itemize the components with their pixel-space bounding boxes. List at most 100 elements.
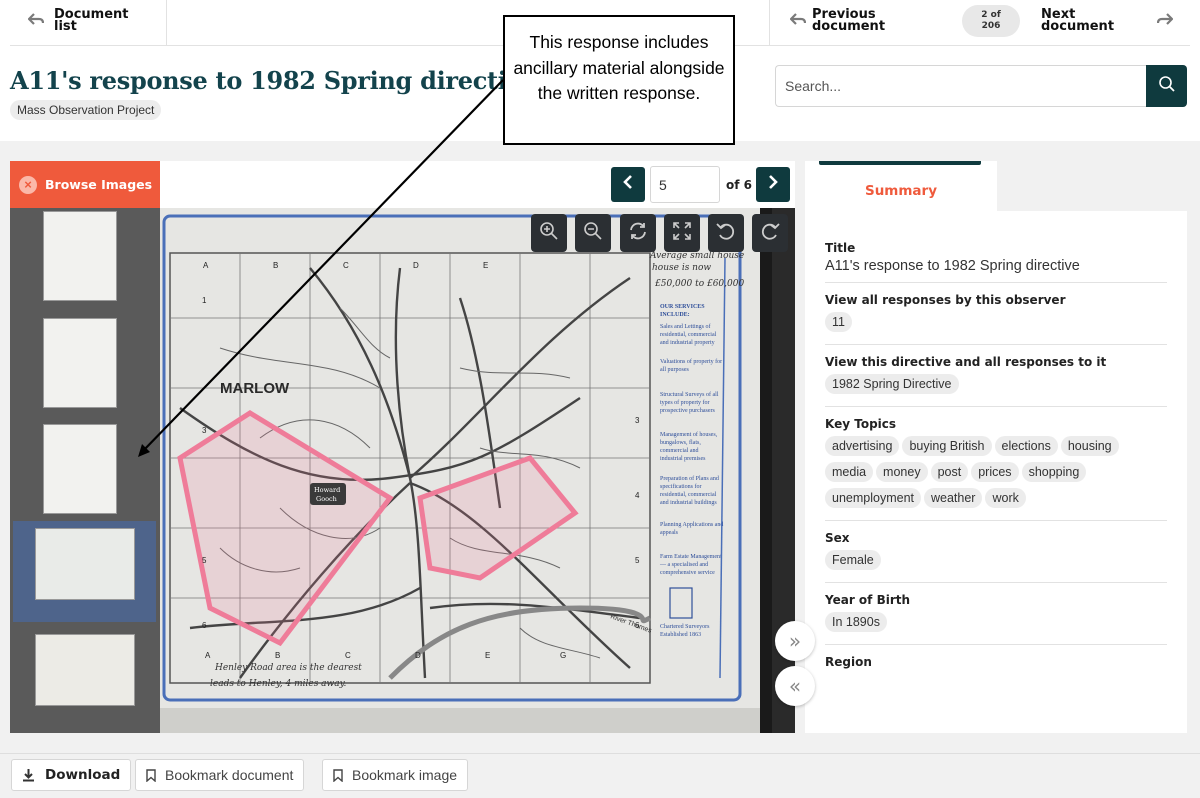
svg-text:6: 6 [635,621,640,630]
topic-chip[interactable]: post [930,462,969,482]
download-button[interactable]: Download [11,759,132,791]
svg-text:5: 5 [202,556,207,565]
directive-field: View this directive and all responses to… [825,355,1167,407]
svg-text:types of property for: types of property for [660,399,710,406]
rotate-right-icon [760,221,780,246]
rotate-right-button[interactable] [752,214,788,252]
refresh-icon [628,221,648,246]
zoom-in-button[interactable] [531,214,567,252]
document-count-total: 206 [981,21,1001,31]
svg-text:3: 3 [202,426,207,435]
previous-document-button[interactable]: Previous document [789,7,886,34]
observer-chip[interactable]: 11 [825,312,852,332]
next-document-label: Next document [1041,7,1115,34]
topic-chip[interactable]: housing [1060,436,1119,456]
svg-text:Established 1863: Established 1863 [660,632,701,638]
back-arrow-icon [27,12,45,30]
search-icon [1158,75,1176,98]
chevron-right-icon [768,175,778,194]
page-total-label: of 6 [726,178,752,192]
svg-text:Planning Applications and: Planning Applications and [660,522,723,528]
previous-document-label: Previous document [812,7,886,34]
chevron-left-icon [623,175,633,194]
topic-chip[interactable]: money [876,462,928,482]
field-label: Region [825,655,872,669]
topic-chip[interactable]: weather [924,488,983,508]
svg-text:— a specialised and: — a specialised and [659,562,708,568]
next-page-button[interactable] [756,167,790,202]
topic-chip[interactable]: unemployment [825,488,921,508]
svg-text:B: B [273,261,278,270]
topic-chip[interactable]: buying British [902,436,992,456]
bookmark-document-button[interactable]: Bookmark document [135,759,305,791]
thumbnail-page-1[interactable] [43,211,117,301]
svg-text:B: B [275,651,280,660]
svg-text:Farm Estate Management: Farm Estate Management [660,554,722,560]
page-number-input[interactable] [650,166,720,203]
bookmark-document-label: Bookmark document [165,767,294,783]
field-label: Sex [825,531,850,545]
svg-text:comprehensive service: comprehensive service [660,570,715,576]
browse-images-button[interactable]: × Browse Images [10,161,160,208]
svg-text:INCLUDE:: INCLUDE: [660,312,690,318]
field-label: Title [825,241,856,255]
field-label: View this directive and all responses to… [825,355,1107,369]
svg-text:leads to Henley, 4 miles away.: leads to Henley, 4 miles away. [210,679,347,689]
svg-text:6: 6 [202,621,207,630]
bookmark-icon [146,768,156,782]
thumbnail-page-2[interactable] [43,318,117,408]
browse-images-label: Browse Images [45,177,153,192]
close-icon: × [19,175,37,194]
previous-page-button[interactable] [611,167,645,202]
sex-chip[interactable]: Female [825,550,881,570]
svg-text:commercial and: commercial and [660,448,698,454]
svg-text:Henley Road area is the deares: Henley Road area is the dearest [214,663,362,673]
fullscreen-button[interactable] [664,214,700,252]
document-count-badge: 2 of 206 [962,5,1020,37]
download-label: Download [45,767,121,783]
svg-text:Preparation of Plans and: Preparation of Plans and [660,475,719,482]
collapse-panel-button[interactable]: « [775,666,815,706]
topic-chip[interactable]: prices [971,462,1019,482]
topic-chip[interactable]: work [985,488,1026,508]
topic-chip[interactable]: shopping [1021,462,1087,482]
thumbnail-page-5[interactable] [35,528,135,600]
tab-summary[interactable]: Summary [805,161,997,211]
svg-text:Average small house: Average small house [649,251,744,261]
svg-text:prospective purchasers: prospective purchasers [660,408,715,414]
expand-panel-button[interactable]: » [775,621,815,661]
observer-field: View all responses by this observer 11 [825,293,1167,345]
svg-text:bungalows, flats,: bungalows, flats, [660,439,701,446]
svg-text:3: 3 [635,416,640,425]
svg-text:Sales and Lettings of: Sales and Lettings of [660,323,711,330]
field-label: Year of Birth [825,593,911,607]
bookmark-image-label: Bookmark image [352,767,458,783]
topic-chip[interactable]: advertising [825,436,900,456]
reset-view-button[interactable] [620,214,656,252]
topic-chip[interactable]: media [825,462,874,482]
thumbnail-page-6[interactable] [35,634,135,706]
bookmark-image-button[interactable]: Bookmark image [322,759,469,791]
thumbnail-page-3[interactable] [43,424,117,514]
topic-chip[interactable]: elections [994,436,1058,456]
zoom-out-button[interactable] [575,214,611,252]
forward-arrow-icon [1156,12,1174,30]
search-button[interactable] [1146,65,1187,107]
year-of-birth-field: Year of Birth In 1890s [825,593,1167,645]
rotate-left-button[interactable] [708,214,744,252]
collection-tag[interactable]: Mass Observation Project [10,100,162,120]
svg-text:Chartered Surveyors: Chartered Surveyors [660,624,710,630]
svg-text:Structural Surveys of all: Structural Surveys of all [660,391,719,398]
tab-summary-label: Summary [864,183,938,199]
search-input[interactable] [775,65,1147,107]
field-label: View all responses by this observer [825,293,1066,307]
year-of-birth-chip[interactable]: In 1890s [825,612,887,632]
bookmark-icon [333,768,343,782]
next-document-button[interactable]: Next document [1041,7,1174,34]
document-list-button[interactable]: Document list [27,8,129,33]
svg-text:D: D [413,261,419,270]
topic-chip-list: advertising buying British elections housin… [825,434,1167,512]
directive-chip[interactable]: 1982 Spring Directive [825,374,959,394]
svg-text:industrial premises: industrial premises [660,456,706,462]
svg-text:Management of houses,: Management of houses, [660,431,718,438]
